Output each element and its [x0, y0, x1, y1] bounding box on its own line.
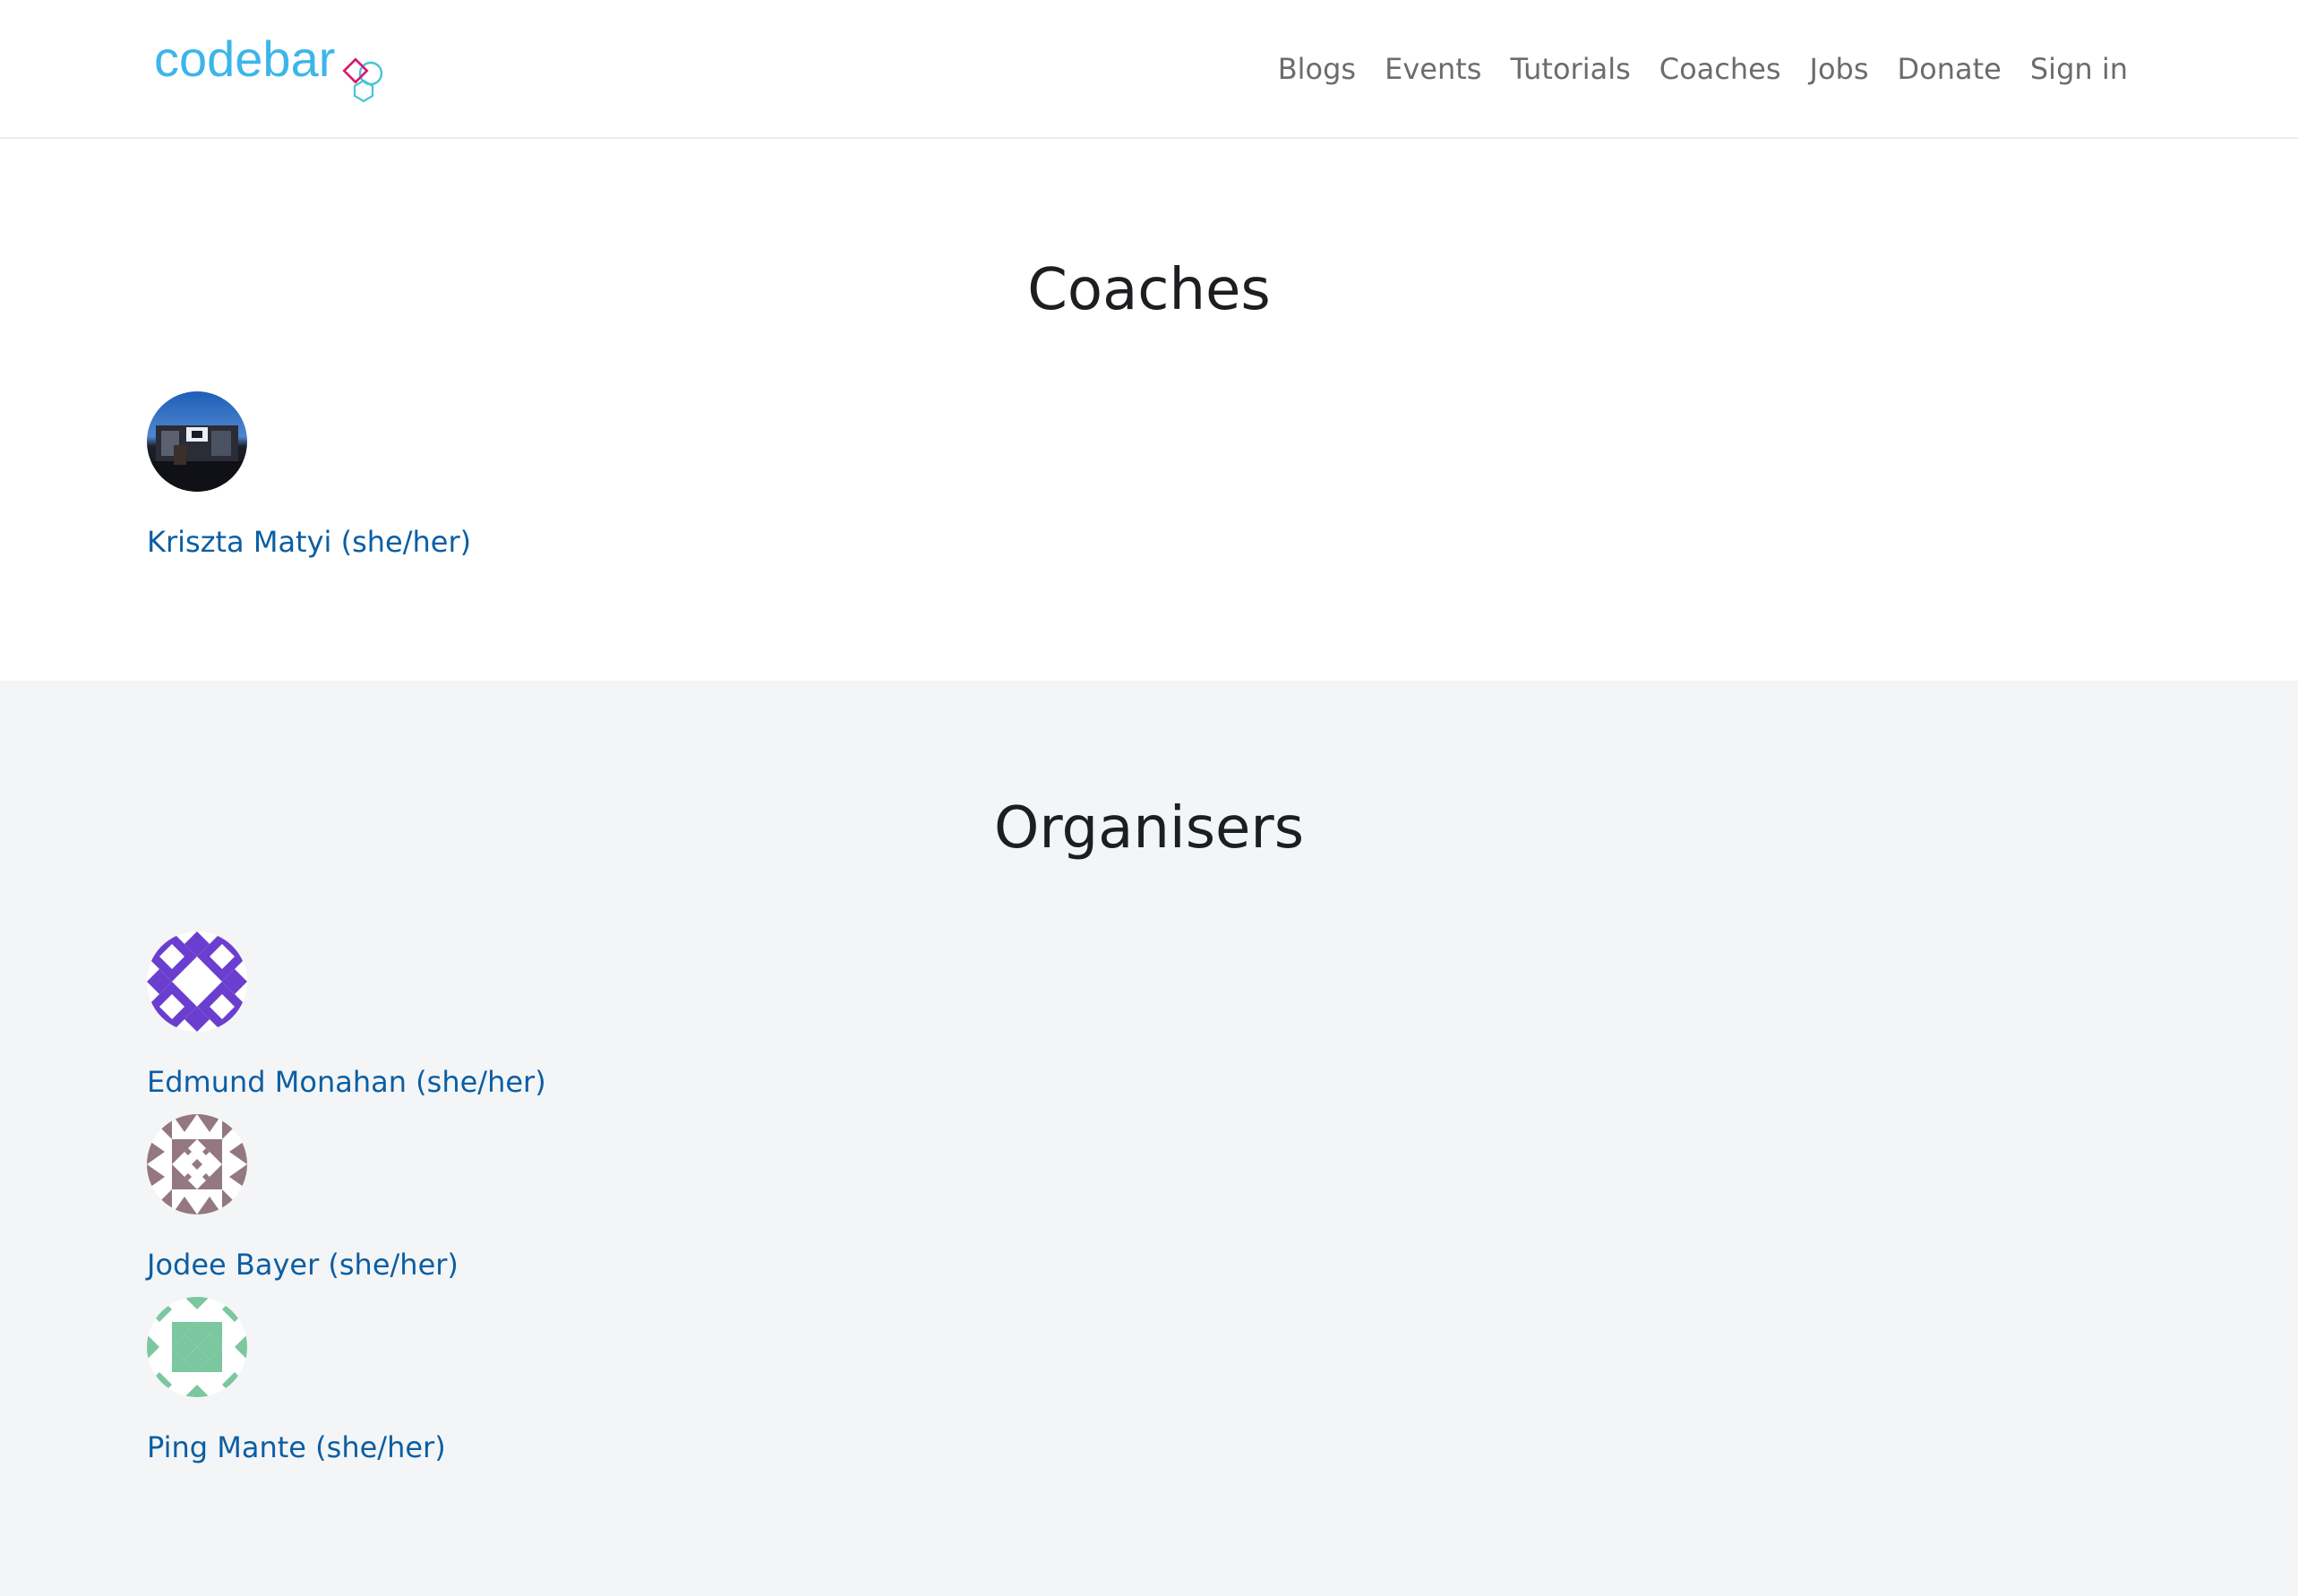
- organisers-section: Organisers Edmund Monahan (she/her) Jode…: [0, 681, 2298, 1596]
- coaches-section: Coaches Kriszta Matyi (she/her): [0, 141, 2298, 681]
- organiser-name-link[interactable]: Edmund Monahan (she/her): [147, 1064, 546, 1100]
- coach-card: Kriszta Matyi (she/her): [147, 391, 471, 560]
- organiser-card: Edmund Monahan (she/her): [147, 931, 546, 1100]
- organiser-name-link[interactable]: Ping Mante (she/her): [147, 1429, 446, 1465]
- organiser-name-link[interactable]: Jodee Bayer (she/her): [147, 1247, 459, 1283]
- nav-sign-in-link[interactable]: Sign in: [2030, 47, 2128, 91]
- logo-mark-icon: [342, 57, 383, 103]
- nav-jobs-link[interactable]: Jobs: [1810, 47, 1869, 91]
- organisers-heading: Organisers: [993, 795, 1305, 862]
- coaches-heading: Coaches: [1027, 257, 1271, 323]
- coach-avatar-photo[interactable]: [147, 391, 247, 492]
- organiser-card: Ping Mante (she/her): [147, 1297, 446, 1465]
- organiser-card: Jodee Bayer (she/her): [147, 1114, 459, 1283]
- coach-name-link[interactable]: Kriszta Matyi (she/her): [147, 524, 471, 560]
- nav-coaches-link[interactable]: Coaches: [1659, 47, 1781, 91]
- organiser-avatar-identicon[interactable]: [147, 931, 247, 1032]
- nav-tutorials-link[interactable]: Tutorials: [1510, 47, 1630, 91]
- logo-wordmark: codebar: [154, 30, 336, 87]
- codebar-logo[interactable]: codebar: [154, 30, 383, 103]
- main-nav: Blogs Events Tutorials Coaches Jobs Dona…: [1278, 47, 2128, 91]
- top-navbar: codebar Blogs Events Tutorials Coaches J…: [0, 0, 2298, 139]
- nav-blogs-link[interactable]: Blogs: [1278, 47, 1356, 91]
- organiser-avatar-identicon[interactable]: [147, 1114, 247, 1214]
- nav-donate-link[interactable]: Donate: [1898, 47, 2002, 91]
- organiser-avatar-identicon[interactable]: [147, 1297, 247, 1397]
- nav-events-link[interactable]: Events: [1385, 47, 1481, 91]
